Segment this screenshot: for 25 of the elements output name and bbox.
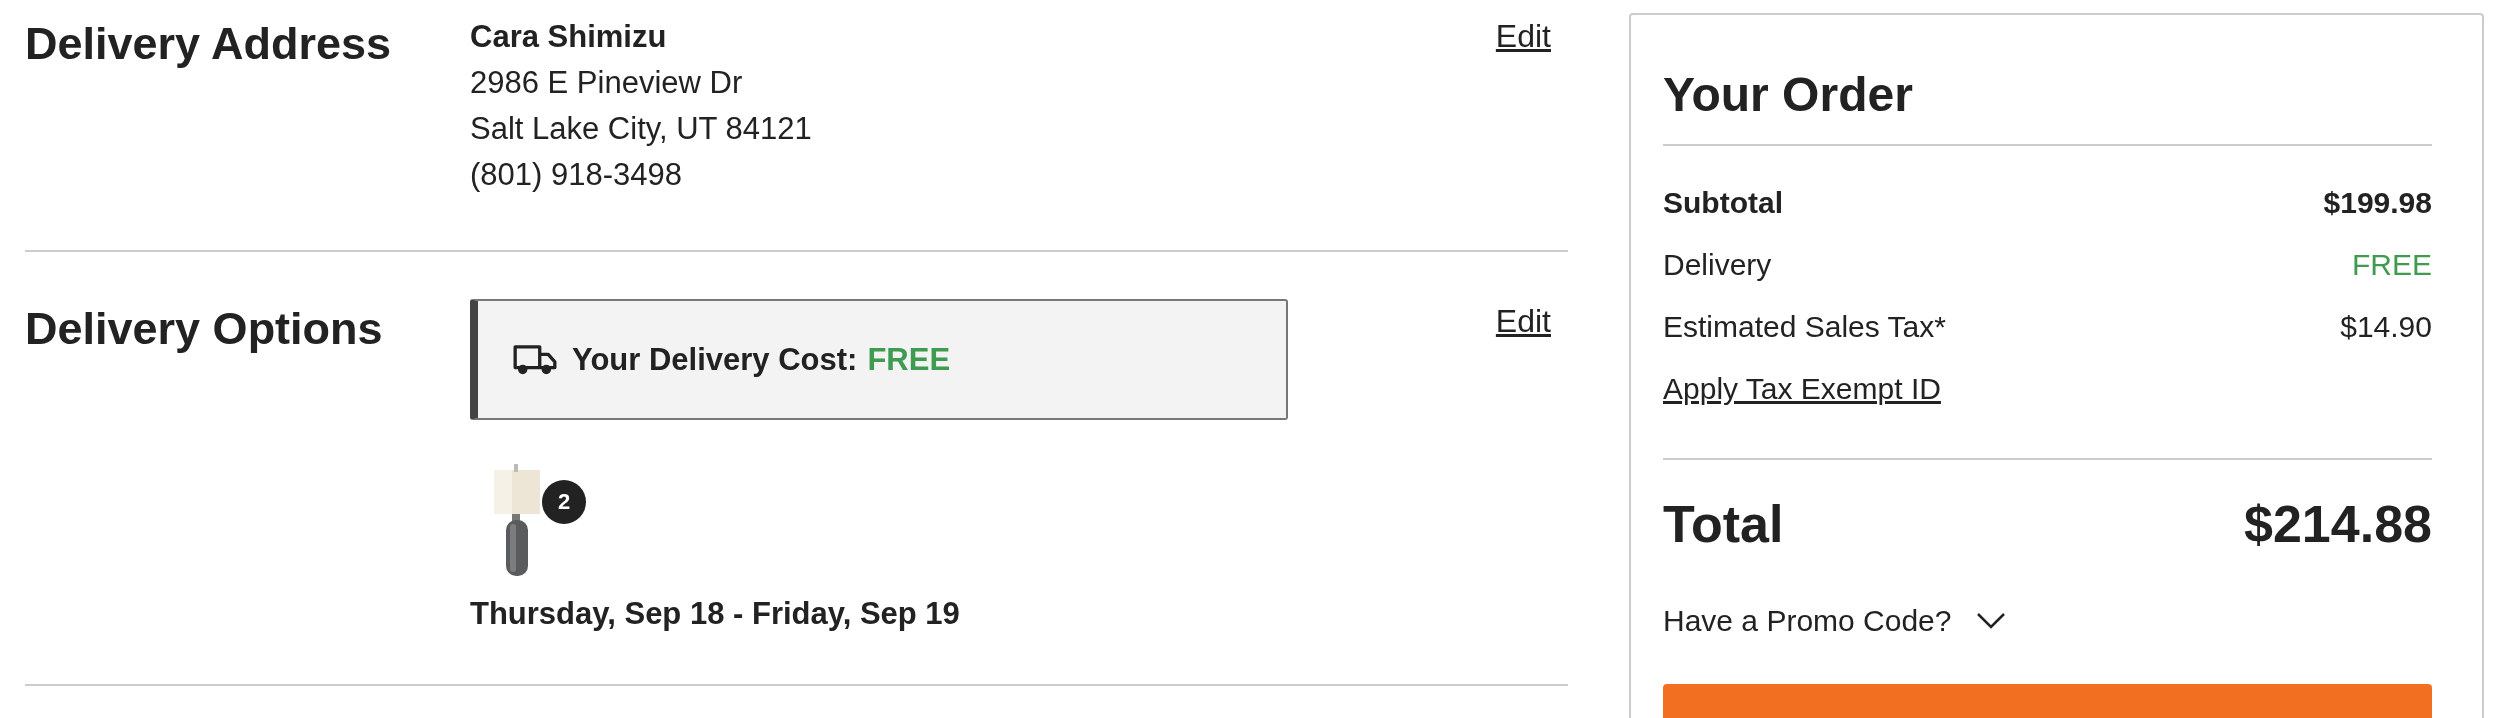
edit-link[interactable]: Edit bbox=[1495, 303, 1551, 340]
chevron-icon bbox=[1975, 612, 2006, 630]
address-line: (801) 918-3498 bbox=[470, 156, 683, 194]
delivery-date: Thursday, Sep 18 - Friday, Sep 19 bbox=[470, 596, 961, 632]
section-title: Delivery Options bbox=[25, 303, 384, 355]
summary-label: Estimated Sales Tax* bbox=[1663, 309, 1946, 345]
delivery-cost-value: FREE bbox=[867, 341, 951, 378]
address-line: 2986 E Pineview Dr bbox=[470, 64, 744, 102]
summary-label: Subtotal bbox=[1663, 185, 1783, 221]
summary-value: $14.90 bbox=[2340, 309, 2432, 345]
summary-value: FREE bbox=[2352, 247, 2432, 283]
promo-code-toggle[interactable]: Have a Promo Code? bbox=[1663, 604, 2006, 638]
summary-value: $199.98 bbox=[2323, 185, 2432, 221]
address-line: Salt Lake City, UT 84121 bbox=[470, 110, 813, 148]
delivery-cost-label: Your Delivery Cost: bbox=[572, 341, 858, 378]
tax-exempt-link[interactable]: Apply Tax Exempt ID bbox=[1663, 372, 1941, 406]
edit-link[interactable]: Edit bbox=[1495, 18, 1551, 55]
recipient-name: Cara Shimizu bbox=[470, 18, 668, 56]
order-title: Your Order bbox=[1663, 67, 1914, 122]
total-label: Total bbox=[1663, 494, 1784, 554]
section-title: Delivery Address bbox=[25, 18, 393, 70]
truck-icon bbox=[512, 342, 558, 377]
total-value: $214.88 bbox=[2244, 494, 2432, 554]
quantity-badge: 2 bbox=[542, 480, 586, 524]
summary-label: Delivery bbox=[1663, 247, 1772, 283]
